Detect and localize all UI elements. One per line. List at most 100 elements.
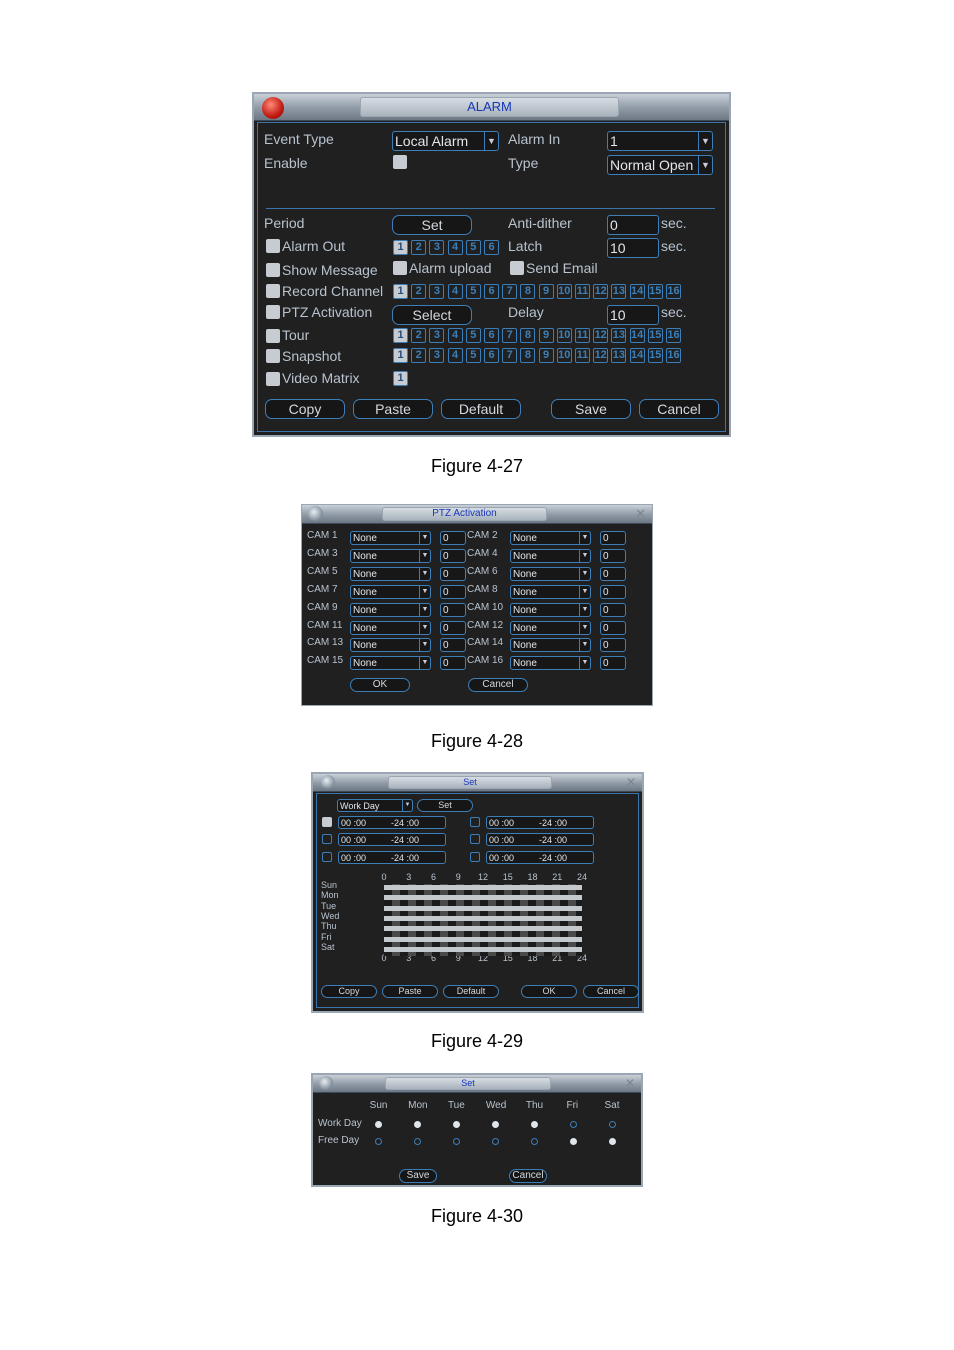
save-button[interactable]: Save [399, 1169, 437, 1183]
ptz-action-select[interactable]: None ▼ [510, 584, 591, 599]
ptz-action-select[interactable]: None ▼ [510, 531, 591, 545]
ptz-preset-input[interactable]: 0 [440, 531, 466, 545]
alarm-upload-checkbox[interactable] [393, 261, 407, 275]
channel-toggle-5[interactable]: 5 [465, 240, 481, 255]
channel-toggle-6[interactable]: 6 [484, 284, 499, 299]
ptz-preset-input[interactable]: 0 [440, 638, 466, 653]
cancel-button[interactable]: Cancel [583, 985, 639, 998]
send-email-checkbox[interactable] [510, 261, 524, 275]
channel-toggle-14[interactable]: 14 [629, 348, 645, 363]
channel-toggle-9[interactable]: 9 [538, 348, 554, 363]
ptz-preset-input[interactable]: 0 [600, 656, 626, 671]
channel-toggle-5[interactable]: 5 [465, 328, 481, 343]
period-checkbox[interactable] [470, 851, 480, 862]
ptz-activation-checkbox[interactable] [266, 305, 280, 319]
channel-toggle-6[interactable]: 6 [484, 328, 499, 343]
channel-toggle-2[interactable]: 2 [411, 240, 427, 255]
close-icon[interactable]: ✕ [625, 1075, 635, 1092]
period-checkbox[interactable] [470, 834, 480, 845]
schedule-bar-tue[interactable] [384, 905, 582, 911]
ptz-preset-input[interactable]: 0 [440, 566, 466, 581]
channel-toggle-8[interactable]: 8 [520, 348, 536, 363]
ptz-action-select[interactable]: None ▼ [350, 566, 431, 581]
radio-unselected[interactable] [570, 1121, 577, 1128]
channel-toggle-7[interactable]: 7 [502, 284, 518, 299]
channel-toggle-3[interactable]: 3 [429, 328, 445, 343]
channel-toggle-1[interactable]: 1 [393, 371, 408, 386]
radio-selected[interactable] [414, 1121, 421, 1128]
ptz-action-select[interactable]: None ▼ [510, 602, 591, 617]
channel-toggle-6[interactable]: 6 [484, 348, 499, 363]
event-type-select[interactable]: Local Alarm ▼ [392, 131, 499, 151]
ptz-preset-input[interactable]: 0 [600, 584, 626, 599]
ok-button[interactable]: OK [521, 985, 577, 998]
snapshot-checkbox[interactable] [266, 349, 280, 363]
schedule-bar-mon[interactable] [384, 895, 582, 901]
radio-selected[interactable] [375, 1121, 382, 1128]
channel-toggle-8[interactable]: 8 [520, 328, 536, 343]
channel-toggle-2[interactable]: 2 [411, 328, 427, 343]
ptz-preset-input[interactable]: 0 [440, 548, 466, 563]
tour-checkbox[interactable] [266, 329, 280, 343]
ptz-preset-input[interactable]: 0 [440, 584, 466, 599]
channel-toggle-7[interactable]: 7 [502, 328, 518, 343]
channel-toggle-10[interactable]: 10 [556, 328, 572, 343]
channel-toggle-14[interactable]: 14 [629, 284, 645, 299]
ptz-preset-input[interactable]: 0 [600, 566, 626, 581]
period-time-input[interactable]: 00 :00 -24 :00 [486, 816, 594, 829]
anti-dither-input[interactable]: 0 [607, 215, 659, 235]
default-button[interactable]: Default [443, 985, 499, 998]
channel-toggle-15[interactable]: 15 [647, 284, 663, 299]
channel-toggle-4[interactable]: 4 [447, 284, 463, 299]
channel-toggle-14[interactable]: 14 [629, 328, 645, 343]
channel-toggle-9[interactable]: 9 [538, 328, 554, 343]
show-message-checkbox[interactable] [266, 263, 280, 277]
latch-input[interactable]: 10 [607, 238, 659, 258]
channel-toggle-16[interactable]: 16 [666, 348, 681, 363]
channel-toggle-13[interactable]: 13 [611, 348, 627, 363]
ptz-preset-input[interactable]: 0 [440, 620, 466, 635]
ptz-select-button[interactable]: Select [392, 305, 472, 325]
copy-button[interactable]: Copy [321, 985, 377, 998]
ptz-preset-input[interactable]: 0 [600, 531, 626, 545]
radio-unselected[interactable] [531, 1138, 538, 1145]
channel-toggle-16[interactable]: 16 [666, 284, 681, 299]
save-button[interactable]: Save [551, 399, 631, 419]
period-checkbox[interactable] [322, 851, 332, 862]
channel-toggle-12[interactable]: 12 [593, 348, 609, 363]
radio-unselected[interactable] [414, 1138, 421, 1145]
channel-toggle-10[interactable]: 10 [556, 284, 572, 299]
channel-toggle-12[interactable]: 12 [593, 328, 609, 343]
close-icon[interactable]: ✕ [635, 505, 646, 523]
channel-toggle-15[interactable]: 15 [647, 348, 663, 363]
default-button[interactable]: Default [441, 399, 521, 419]
radio-unselected[interactable] [609, 1121, 616, 1128]
ptz-preset-input[interactable]: 0 [440, 656, 466, 671]
period-set-button[interactable]: Set [417, 799, 473, 812]
ptz-action-select[interactable]: None ▼ [350, 656, 431, 671]
channel-toggle-12[interactable]: 12 [593, 284, 609, 299]
channel-toggle-6[interactable]: 6 [484, 240, 499, 255]
radio-unselected[interactable] [453, 1138, 460, 1145]
cancel-button[interactable]: Cancel [468, 678, 528, 692]
ptz-preset-input[interactable]: 0 [600, 638, 626, 653]
ptz-preset-input[interactable]: 0 [440, 602, 466, 617]
channel-toggle-3[interactable]: 3 [429, 348, 445, 363]
ok-button[interactable]: OK [350, 678, 410, 692]
ptz-action-select[interactable]: None ▼ [510, 620, 591, 635]
schedule-bar-thu[interactable] [384, 926, 582, 932]
channel-toggle-13[interactable]: 13 [611, 284, 627, 299]
period-checkbox[interactable] [322, 817, 332, 827]
video-matrix-checkbox[interactable] [266, 372, 280, 386]
schedule-bar-fri[interactable] [384, 936, 582, 942]
cancel-button[interactable]: Cancel [509, 1169, 547, 1183]
ptz-action-select[interactable]: None ▼ [510, 638, 591, 653]
channel-toggle-1[interactable]: 1 [393, 328, 408, 343]
ptz-action-select[interactable]: None ▼ [350, 548, 431, 563]
channel-toggle-1[interactable]: 1 [393, 284, 408, 299]
copy-button[interactable]: Copy [265, 399, 345, 419]
channel-toggle-3[interactable]: 3 [429, 240, 445, 255]
type-select[interactable]: Normal Open ▼ [607, 155, 713, 175]
channel-toggle-1[interactable]: 1 [393, 240, 408, 255]
radio-selected[interactable] [453, 1121, 460, 1128]
